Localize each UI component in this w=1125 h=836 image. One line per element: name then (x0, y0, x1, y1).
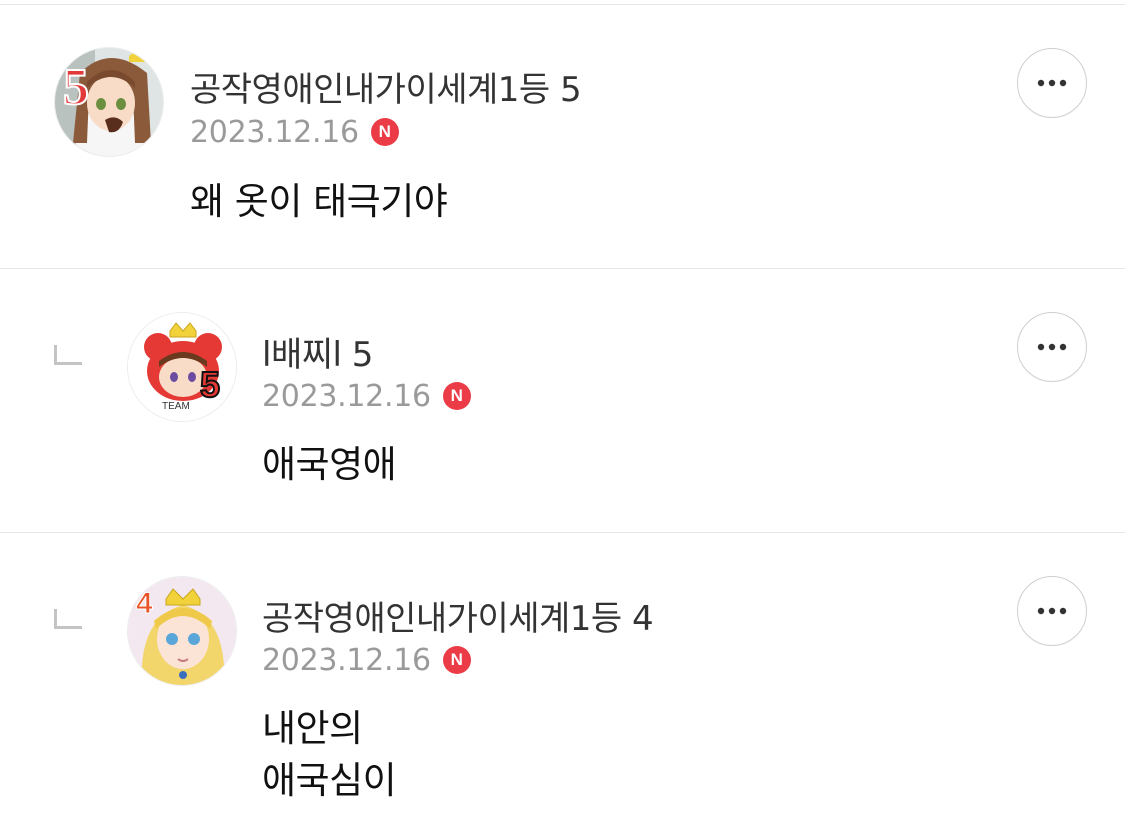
new-badge: N (442, 382, 471, 410)
svg-text:4: 4 (136, 587, 153, 620)
new-badge: N (442, 646, 471, 674)
comment-meta: 2023.12.16 N (262, 378, 471, 414)
comment-meta: 2023.12.16 N (190, 114, 399, 150)
reply-corner-icon (54, 345, 82, 365)
svg-text:5: 5 (200, 364, 220, 405)
more-dots-icon (1037, 79, 1067, 87)
comment-author[interactable]: l배찌l 5 (262, 327, 373, 376)
reply-corner-icon (54, 609, 82, 629)
comment-meta: 2023.12.16 N (262, 642, 471, 678)
comment-line: 내안의 (262, 707, 363, 750)
more-dots-icon (1037, 343, 1067, 351)
comment-body: 내안의 애국심이 (262, 703, 397, 807)
comment-body: 애국영애 (262, 439, 397, 491)
comment-author[interactable]: 공작영애인내가이세계1등 5 (190, 62, 582, 111)
new-badge: N (370, 118, 399, 146)
bazzi-avatar-icon: 5 TEAM (128, 313, 236, 421)
comment-item: 5 공작영애인내가이세계1등 5 2023.12.16 N 왜 옷이 태극기야 (0, 0, 1125, 269)
svg-text:5: 5 (63, 59, 89, 116)
avatar[interactable]: 5 (54, 47, 164, 157)
comment-body: 왜 옷이 태극기야 (190, 176, 448, 228)
reply-item: 4 공작영애인내가이세계1등 4 2023.12.16 N 내안의 애국심이 (0, 533, 1125, 836)
comment-author[interactable]: 공작영애인내가이세계1등 4 (262, 591, 654, 640)
more-options-button[interactable] (1017, 48, 1087, 118)
comment-line: 애국영애 (262, 443, 397, 486)
comment-date: 2023.12.16 (262, 642, 431, 678)
more-options-button[interactable] (1017, 312, 1087, 382)
reply-item: 5 TEAM l배찌l 5 2023.12.16 N 애국영애 (0, 269, 1125, 533)
comment-line: 애국심이 (262, 759, 397, 802)
girl-avatar-icon: 5 (55, 48, 163, 156)
more-options-button[interactable] (1017, 576, 1087, 646)
princess-avatar-icon: 4 (128, 577, 236, 685)
avatar[interactable]: 5 TEAM (127, 312, 237, 422)
svg-text:TEAM: TEAM (162, 401, 190, 412)
avatar[interactable]: 4 (127, 576, 237, 686)
comment-date: 2023.12.16 (190, 114, 359, 150)
comment-date: 2023.12.16 (262, 378, 431, 414)
comment-line: 왜 옷이 태극기야 (190, 180, 448, 223)
more-dots-icon (1037, 607, 1067, 615)
